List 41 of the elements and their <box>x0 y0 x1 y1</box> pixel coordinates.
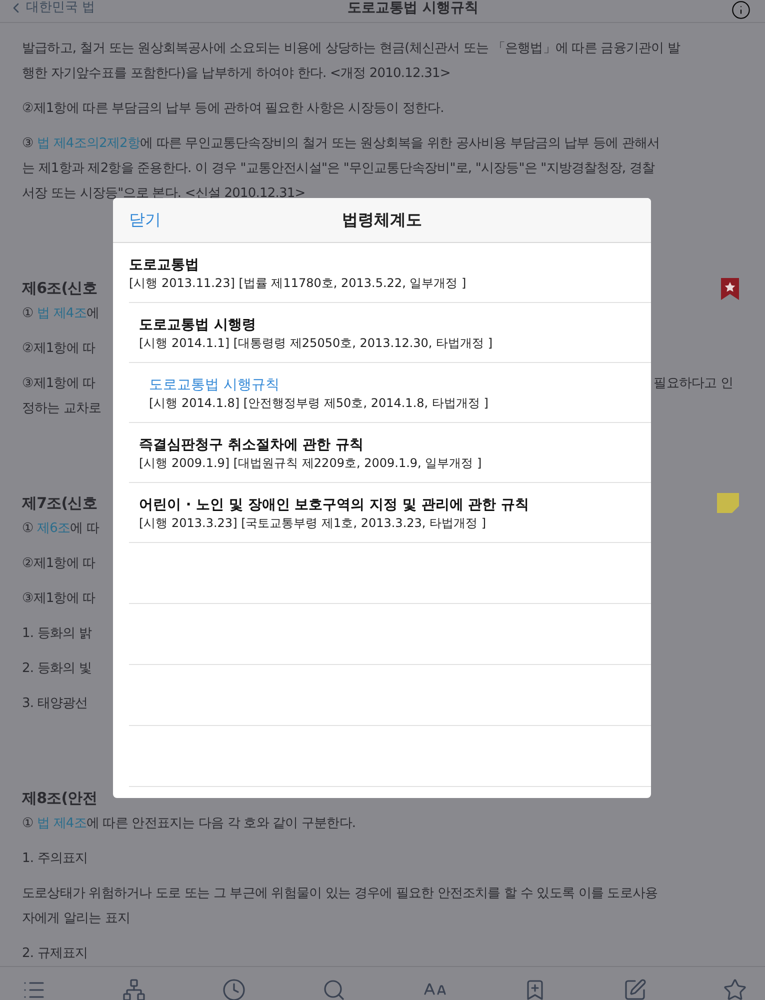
page-title: 도로교통법 시행규칙 <box>348 0 478 16</box>
article-text-line: 발급하고, 철거 또는 원상회복공사에 소요되는 비용에 상당하는 현금(체신관서 또는 「은행법」에 따른 금융기관이 발 <box>22 40 680 58</box>
article-text-line: 행한 자기앞수표를 포함한다)을 납부하게 하여야 한다. <개정 2010.12.31> <box>22 65 452 83</box>
article-heading: 제6조(신호 <box>22 278 97 299</box>
article-text-line: ②제1항에 따 <box>22 555 96 573</box>
law-list-item[interactable]: 도로교통법 시행령 [시행 2014.1.1] [대통령령 제25050호, 2013.12.30, 타법개정 ] <box>139 314 493 350</box>
article-text-line: ③제1항에 따 <box>22 590 96 608</box>
article-heading: 제8조(안전 <box>22 788 97 809</box>
info-icon[interactable] <box>730 0 751 20</box>
bookmark-icon[interactable] <box>721 278 739 300</box>
note-icon[interactable] <box>717 493 739 513</box>
article-text-line: 3. 태양광선 <box>22 695 88 713</box>
article-text-line: 도로상태가 위험하거나 도로 또는 그 부근에 위험물이 있는 경우에 필요한 안전조치를 할 수 있도록 이를 도로사용 <box>22 885 658 903</box>
law-list-item[interactable]: 도로교통법 [시행 2013.11.23] [법률 제11780호, 2013.5.22, 일부개정 ] <box>129 254 466 290</box>
article-text-line: 2. 등화의 빛 <box>22 660 92 678</box>
search-icon <box>322 978 346 1000</box>
edit-note-icon <box>622 978 647 1000</box>
article-text-line: 자에게 알리는 표지 <box>22 910 132 928</box>
law-list-item[interactable]: 어린이 · 노인 및 장애인 보호구역의 지정 및 관리에 관한 규칙 [시행 2013.3.23] [국토교통부령 제1호, 2013.3.23, 타법개정 ] <box>139 494 530 530</box>
law-list-item[interactable]: 즉결심판청구 취소절차에 관한 규칙 [시행 2009.1.9] [대법원규칙 제2209호, 2009.1.9, 일부개정 ] <box>139 434 482 470</box>
hierarchy-icon <box>122 978 146 1000</box>
dialog-title: 법령체계도 <box>342 210 422 230</box>
clock-icon <box>222 978 246 1000</box>
article-text-line: 는 제1항과 제2항을 준용한다. 이 경우 "교통안전시설"은 "무인교통단속장비"로, "시장등"은 "지방경찰청장, 경찰 <box>22 160 656 178</box>
article-text-line: ① 법 제4조에 따른 안전표지는 다음 각 호와 같이 구분한다. <box>22 815 356 833</box>
article-text-line: ③제1항에 따 <box>22 375 96 393</box>
close-button[interactable]: 닫기 <box>123 206 167 235</box>
article-text-line: ① 제6조에 따 <box>22 520 100 538</box>
article-heading: 제7조(신호 <box>22 493 97 514</box>
article-text-line: 정하는 교차로 <box>22 400 102 418</box>
article-text-line: ②제1항에 따른 부담금의 납부 등에 관하여 필요한 사항은 시장등이 정한다. <box>22 100 444 118</box>
article-text-line: ②제1항에 따 <box>22 340 96 358</box>
article-text-line: 1. 주의표지 <box>22 850 88 868</box>
article-text-line: ① 법 제4조에 <box>22 305 100 323</box>
law-list-item[interactable]: 도로교통법 시행규칙 [시행 2014.1.8] [안전행정부령 제50호, 2014.1.8, 타법개정 ] <box>149 374 488 410</box>
article-text-line: 필요하다고 인 <box>654 375 733 393</box>
back-link[interactable]: 대한민국 법 <box>8 0 96 16</box>
article-text-line: 2. 규제표지 <box>22 945 88 963</box>
star-icon <box>722 978 747 1000</box>
article-text-line: ③ 법 제4조의2제2항에 따른 무인교통단속장비의 철거 또는 원상회복을 위한 공사비용 부담금의 납부 등에 관해서 <box>22 135 660 153</box>
article-text-line: 1. 등화의 밝 <box>22 625 92 643</box>
